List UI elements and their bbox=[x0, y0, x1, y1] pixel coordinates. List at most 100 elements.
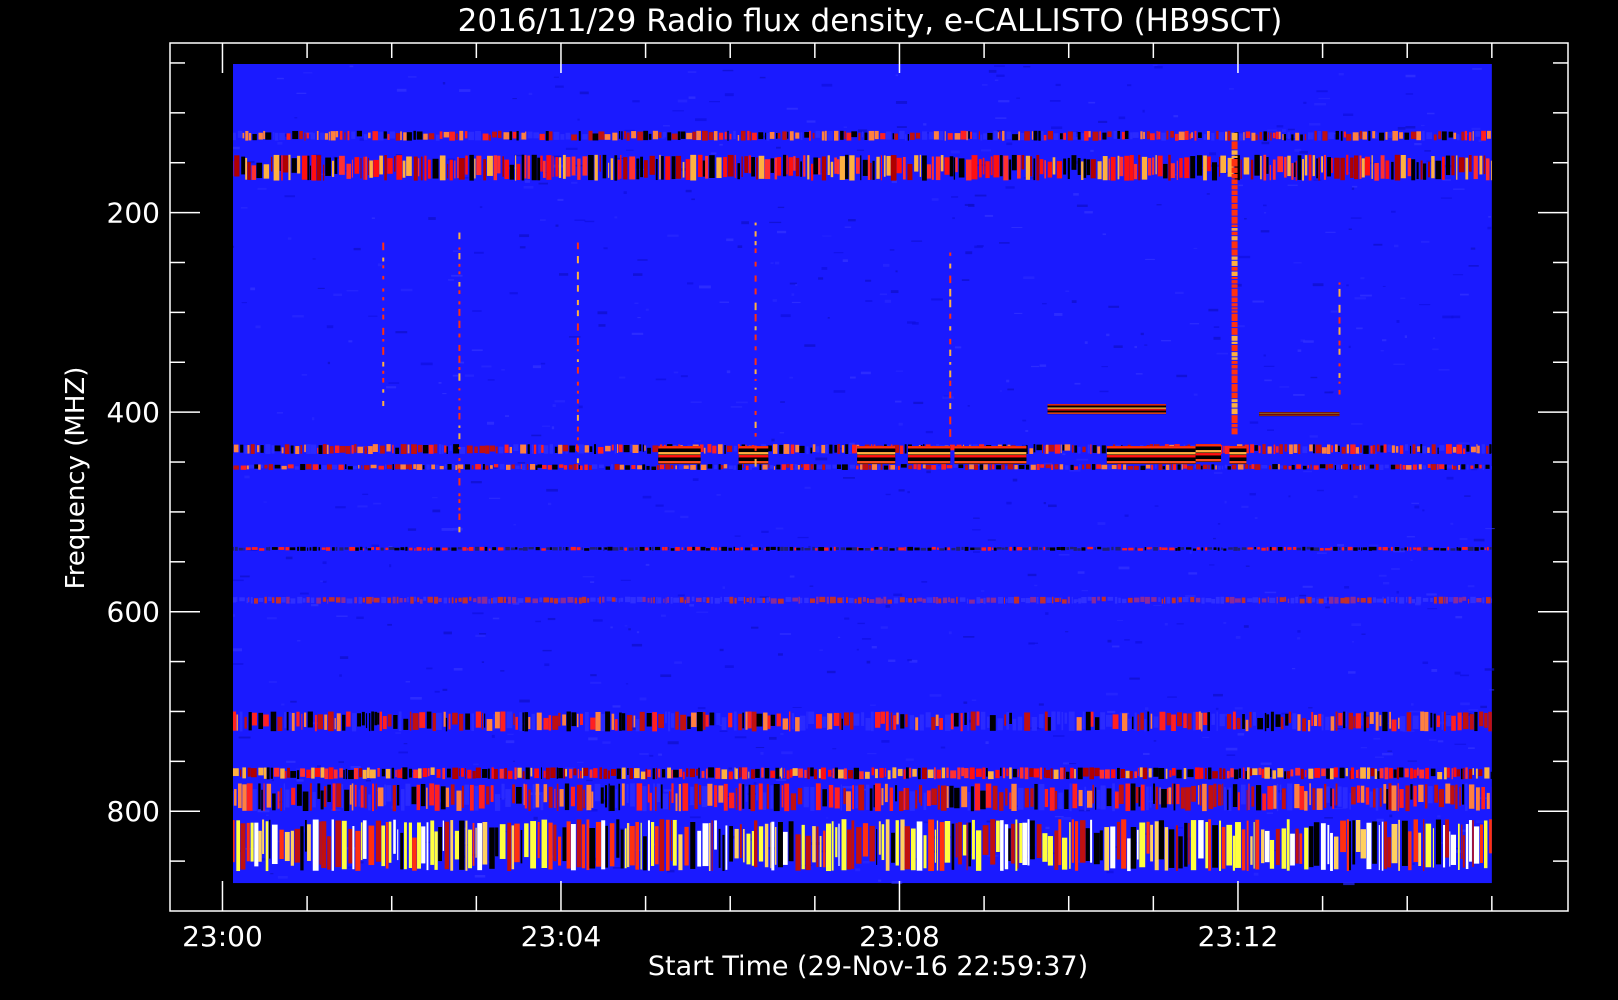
band-sliver bbox=[405, 546, 408, 551]
band-sliver bbox=[1269, 164, 1272, 181]
noise-speck bbox=[1303, 101, 1307, 104]
noise-speck bbox=[963, 636, 975, 638]
band-sliver bbox=[637, 465, 643, 470]
band-sliver bbox=[411, 786, 417, 805]
band-sliver bbox=[798, 768, 803, 778]
band-sliver bbox=[248, 712, 252, 731]
band-sliver bbox=[905, 597, 908, 603]
band-sliver bbox=[1304, 134, 1307, 141]
band-sliver bbox=[946, 786, 949, 808]
noise-speck bbox=[1369, 544, 1379, 547]
noise-speck bbox=[577, 118, 580, 121]
band-sliver bbox=[1340, 820, 1346, 853]
impulse-segment bbox=[1231, 364, 1238, 369]
band-sliver bbox=[624, 828, 627, 869]
band-sliver bbox=[1171, 714, 1176, 732]
noise-speck bbox=[1142, 752, 1150, 756]
impulse-segment bbox=[1231, 236, 1238, 241]
band-sliver bbox=[581, 767, 584, 779]
band-sliver bbox=[1006, 131, 1012, 139]
band-sliver bbox=[889, 548, 895, 551]
band-sliver bbox=[783, 444, 790, 454]
band-sliver bbox=[537, 157, 541, 181]
band-sliver bbox=[487, 155, 493, 176]
band-sliver bbox=[1391, 719, 1397, 732]
band-sliver bbox=[1115, 546, 1121, 551]
burst-stripe bbox=[857, 452, 896, 455]
band-sliver bbox=[398, 711, 402, 732]
band-sliver bbox=[1069, 822, 1071, 869]
noise-speck bbox=[1329, 391, 1334, 393]
noise-speck bbox=[987, 539, 996, 541]
band-sliver bbox=[959, 597, 966, 602]
noise-speck bbox=[775, 261, 780, 265]
band-sliver bbox=[1413, 785, 1417, 807]
band-sliver bbox=[1177, 464, 1181, 470]
noise-speck bbox=[1260, 762, 1272, 765]
noise-speck bbox=[371, 217, 375, 219]
noise-speck bbox=[1303, 340, 1314, 343]
band-sliver bbox=[574, 597, 578, 604]
band-sliver bbox=[1483, 155, 1486, 175]
band-sliver bbox=[747, 711, 752, 729]
band-sliver bbox=[354, 157, 360, 174]
impulse-segment bbox=[1231, 179, 1238, 185]
band-sliver bbox=[1321, 714, 1324, 731]
band-sliver bbox=[671, 133, 678, 140]
band-sliver bbox=[568, 464, 573, 470]
band-sliver bbox=[439, 131, 443, 139]
band-sliver bbox=[773, 466, 776, 470]
band-sliver bbox=[692, 131, 696, 140]
band-sliver bbox=[624, 131, 626, 139]
band-sliver bbox=[1368, 130, 1371, 141]
noise-speck bbox=[973, 551, 980, 553]
noise-speck bbox=[1454, 743, 1467, 745]
band-sliver bbox=[375, 783, 377, 810]
band-sliver bbox=[1422, 465, 1427, 470]
noise-speck bbox=[1313, 179, 1322, 181]
band-sliver bbox=[1053, 133, 1059, 141]
band-sliver bbox=[851, 547, 858, 551]
band-sliver bbox=[1100, 785, 1106, 810]
impulse-segment bbox=[1231, 231, 1238, 236]
band-sliver bbox=[1378, 825, 1380, 871]
band-sliver bbox=[1251, 132, 1256, 141]
noise-speck bbox=[1410, 559, 1413, 562]
band-sliver bbox=[1219, 767, 1222, 779]
band-sliver bbox=[782, 131, 787, 140]
band-sliver bbox=[352, 826, 355, 870]
band-sliver bbox=[618, 598, 620, 603]
impulse-segment bbox=[949, 416, 952, 425]
band-sliver bbox=[379, 711, 382, 731]
noise-speck bbox=[777, 653, 783, 656]
band-sliver bbox=[869, 825, 875, 862]
noise-speck bbox=[905, 758, 914, 761]
band-sliver bbox=[890, 155, 897, 181]
noise-speck bbox=[300, 592, 309, 595]
band-sliver bbox=[794, 547, 797, 551]
impulse-segment bbox=[382, 377, 385, 383]
noise-speck bbox=[693, 440, 701, 442]
impulse-segment bbox=[1231, 249, 1238, 256]
burst-stripe bbox=[1259, 413, 1340, 415]
noise-speck bbox=[842, 259, 848, 263]
noise-speck bbox=[1440, 197, 1452, 199]
band-sliver bbox=[1263, 131, 1267, 141]
band-sliver bbox=[776, 464, 781, 470]
band-sliver bbox=[299, 131, 303, 140]
band-sliver bbox=[1024, 767, 1029, 780]
band-sliver bbox=[499, 464, 505, 470]
noise-speck bbox=[1113, 345, 1123, 348]
band-sliver bbox=[1106, 547, 1110, 551]
band-sliver bbox=[1039, 159, 1044, 175]
band-sliver bbox=[852, 444, 857, 454]
noise-speck bbox=[593, 619, 603, 622]
band-sliver bbox=[888, 464, 891, 470]
noise-speck bbox=[1438, 368, 1450, 371]
band-sliver bbox=[1196, 155, 1203, 176]
band-sliver bbox=[1166, 596, 1171, 604]
burst-stripe bbox=[1229, 458, 1247, 461]
band-sliver bbox=[825, 444, 829, 454]
band-sliver bbox=[1233, 546, 1238, 551]
band-sliver bbox=[245, 130, 249, 141]
